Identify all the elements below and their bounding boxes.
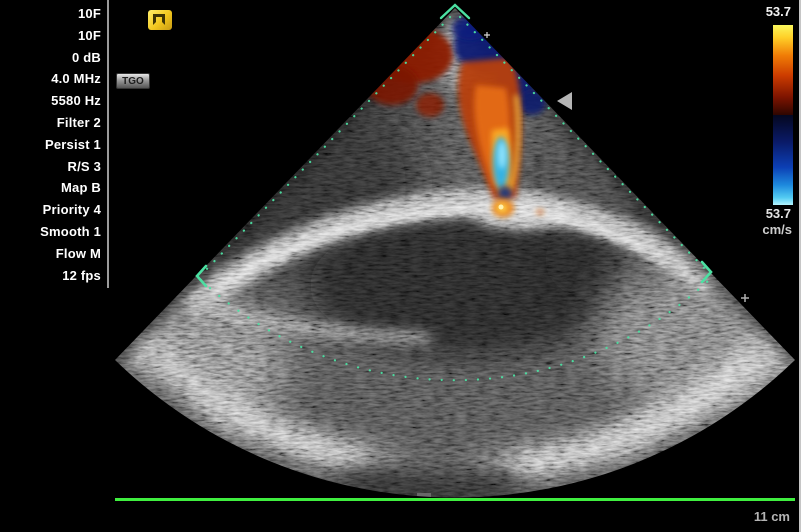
bmode-fan xyxy=(0,0,801,532)
doppler-color-scale xyxy=(773,25,793,205)
depth-baseline xyxy=(115,498,795,501)
apex-cross xyxy=(484,32,490,38)
depth-label: 11 cm xyxy=(754,509,790,524)
pointer-cross xyxy=(741,294,749,302)
scale-max-label: 53.7 xyxy=(766,4,791,19)
scale-unit-label: cm/s xyxy=(762,222,792,237)
ultrasound-image xyxy=(0,0,801,532)
scale-negative-gradient xyxy=(773,115,793,205)
ultrasound-screen: 10F10F0 dB4.0 MHz5580 HzFilter 2Persist … xyxy=(0,0,801,532)
scale-positive-gradient xyxy=(773,25,793,115)
focus-marker[interactable] xyxy=(557,92,572,110)
scale-min-label: 53.7 xyxy=(766,206,791,221)
